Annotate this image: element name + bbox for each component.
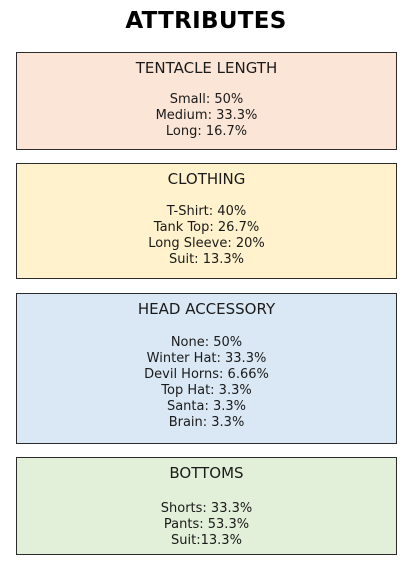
tentacle-length-box: TENTACLE LENGTH Small: 50% Medium: 33.3%…	[16, 52, 397, 150]
list-item: Small: 50%	[169, 92, 244, 107]
list-item: Brain: 3.3%	[168, 415, 245, 430]
head-accessory-box: HEAD ACCESSORY None: 50% Winter Hat: 33.…	[16, 293, 397, 444]
list-item: Long Sleeve: 20%	[148, 236, 265, 251]
bottoms-heading: BOTTOMS	[169, 464, 244, 482]
tentacle-length-heading: TENTACLE LENGTH	[135, 59, 278, 77]
list-item: Top Hat: 3.3%	[161, 383, 252, 398]
clothing-heading: CLOTHING	[167, 170, 246, 188]
list-item: Suit: 13.3%	[168, 252, 244, 267]
list-item: Medium: 33.3%	[155, 108, 258, 123]
list-item: T-Shirt: 40%	[166, 204, 247, 219]
head-accessory-heading: HEAD ACCESSORY	[137, 300, 276, 318]
list-item: Suit:13.3%	[171, 533, 242, 548]
clothing-list: T-Shirt: 40% Tank Top: 26.7% Long Sleeve…	[17, 204, 396, 268]
head-accessory-list: None: 50% Winter Hat: 33.3% Devil Horns:…	[17, 335, 396, 431]
list-item: Shorts: 33.3%	[160, 501, 253, 516]
list-item: Devil Horns: 6.66%	[144, 367, 269, 382]
clothing-box: CLOTHING T-Shirt: 40% Tank Top: 26.7% Lo…	[16, 163, 397, 279]
list-item: Santa: 3.3%	[166, 399, 247, 414]
list-item: Tank Top: 26.7%	[153, 220, 260, 235]
bottoms-list: Shorts: 33.3% Pants: 53.3% Suit:13.3%	[17, 501, 396, 549]
bottoms-box: BOTTOMS Shorts: 33.3% Pants: 53.3% Suit:…	[16, 457, 397, 555]
list-item: Winter Hat: 33.3%	[146, 351, 267, 366]
list-item: Long: 16.7%	[165, 124, 248, 139]
list-item: Pants: 53.3%	[163, 517, 250, 532]
tentacle-length-list: Small: 50% Medium: 33.3% Long: 16.7%	[17, 92, 396, 140]
list-item: None: 50%	[170, 335, 243, 350]
page-title: ATTRIBUTES	[125, 8, 287, 34]
